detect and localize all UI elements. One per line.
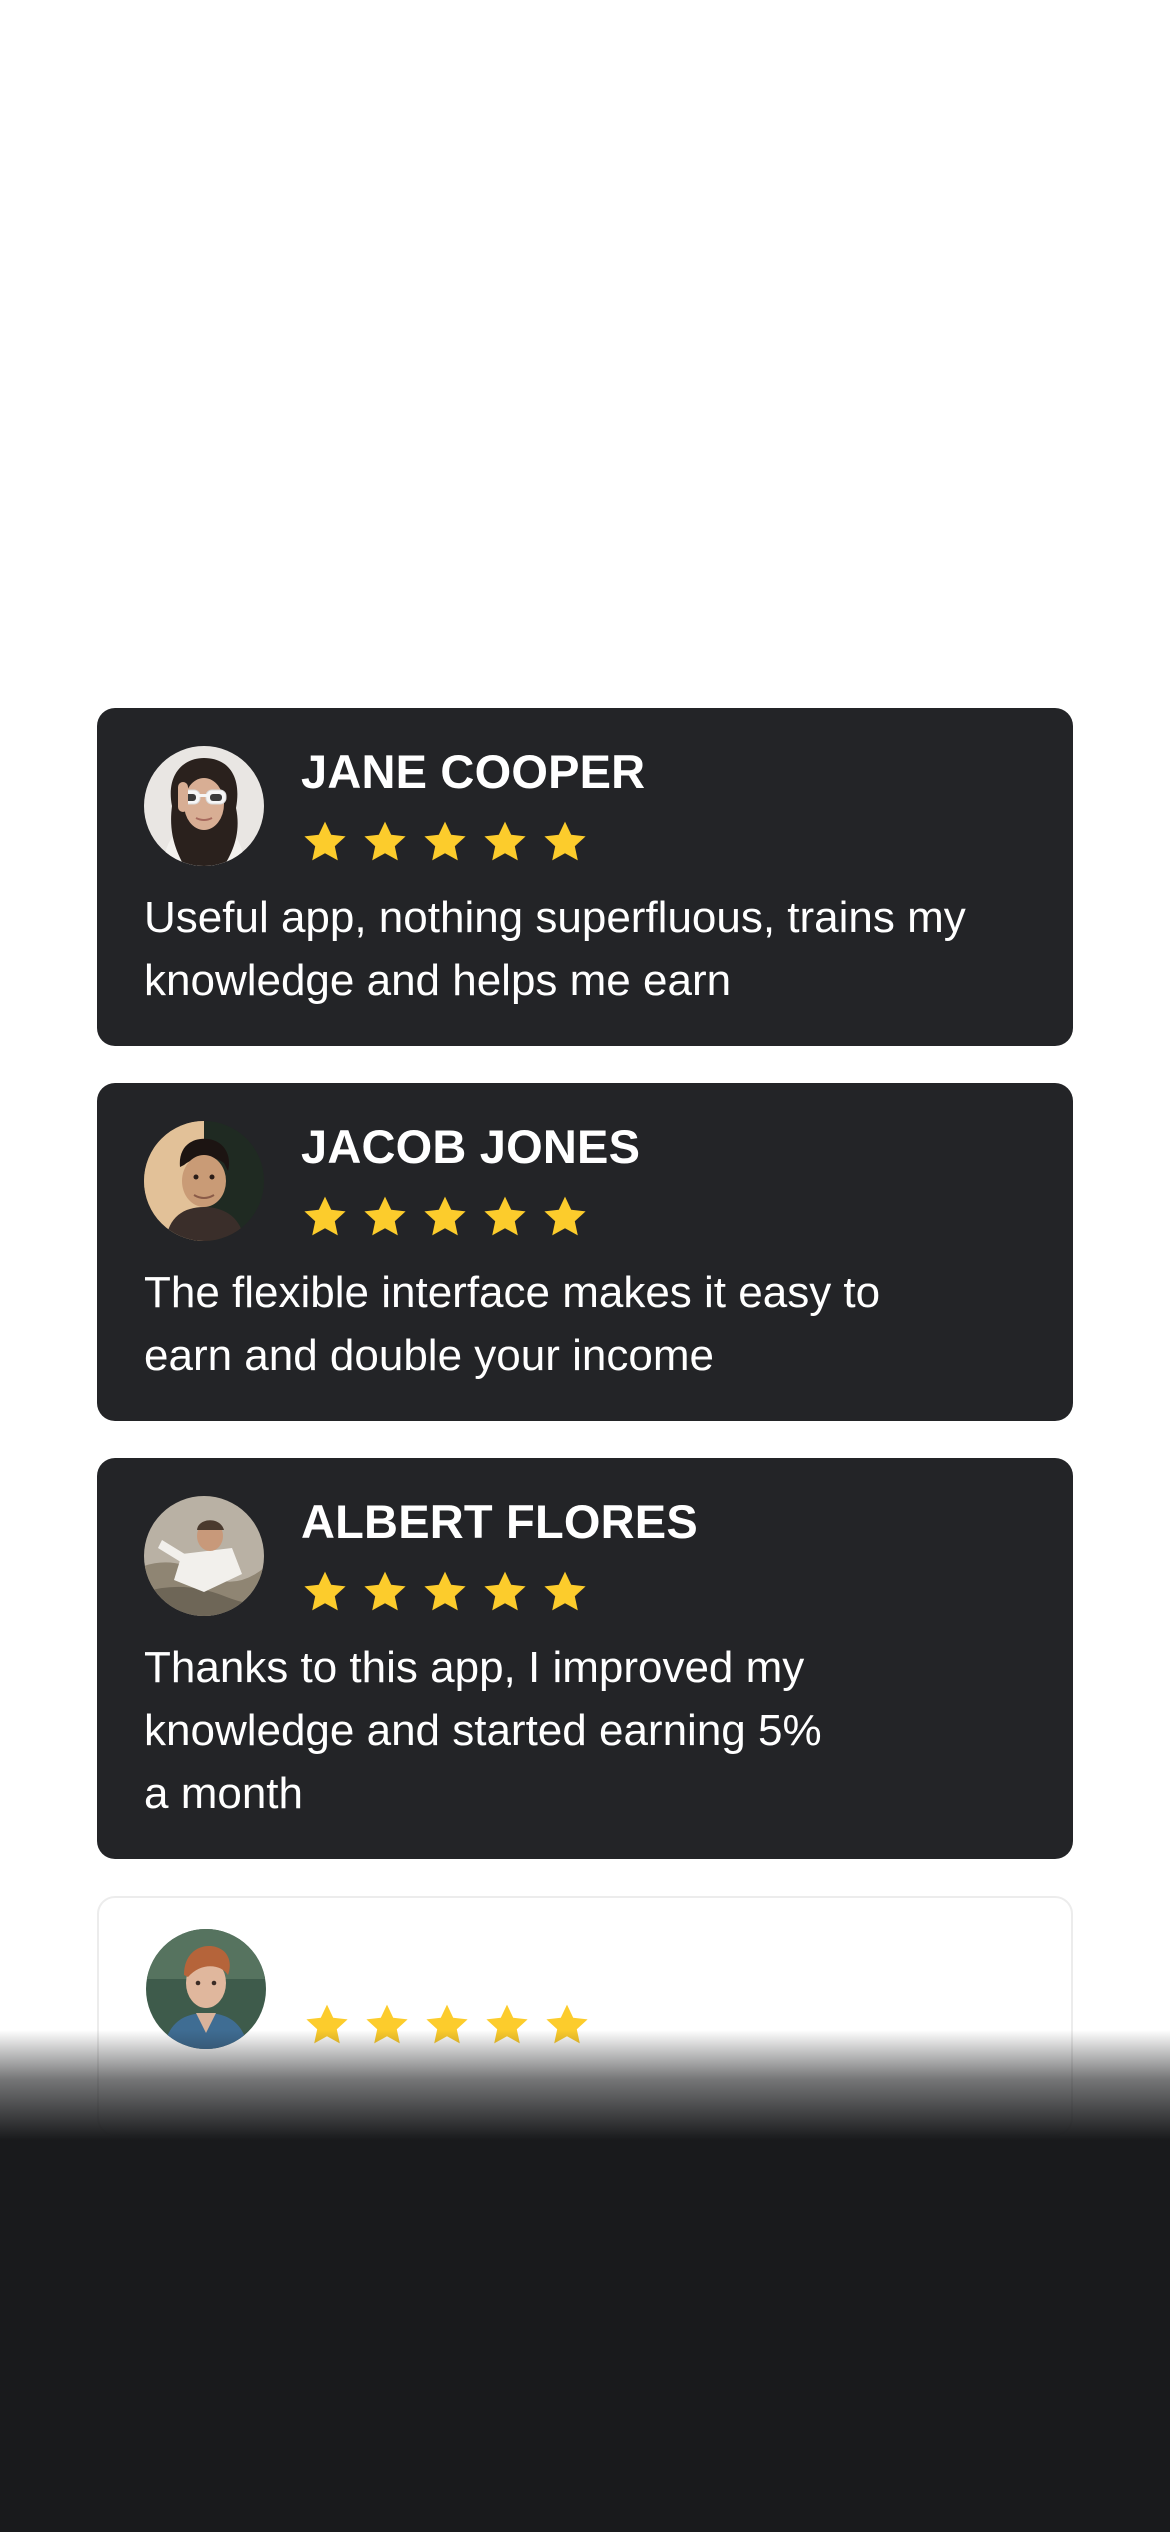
star-icon: [421, 1568, 469, 1616]
review-text: Thanks to this app, I improved my knowle…: [144, 1636, 1044, 1825]
review-text-line: a month: [144, 1769, 303, 1818]
review-card: ALBERT FLORES Thanks to this app, I impr…: [97, 1458, 1073, 1859]
review-card: JANE COOPER Useful app, nothing superflu…: [97, 708, 1073, 1046]
star-icon: [361, 1193, 409, 1241]
review-text-line: knowledge and started earning 5%: [144, 1706, 822, 1755]
avatar: [144, 1121, 264, 1241]
review-text: The flexible interface makes it easy to …: [144, 1261, 1044, 1387]
reviews-list: JANE COOPER Useful app, nothing superflu…: [97, 708, 1073, 2173]
review-text-line: earn and double your income: [144, 1331, 714, 1380]
star-icon: [541, 1568, 589, 1616]
star-rating: [301, 1193, 589, 1241]
star-icon: [361, 1568, 409, 1616]
review-text-line: knowledge and helps me earn: [144, 956, 732, 1005]
star-rating: [301, 818, 589, 866]
review-text-line: Useful app, nothing superfluous, trains …: [144, 893, 966, 942]
reviewer-name: JANE COOPER: [301, 745, 646, 798]
avatar: [144, 1496, 264, 1616]
star-icon: [481, 1193, 529, 1241]
star-icon: [301, 1568, 349, 1616]
review-text-line: The flexible interface makes it easy to: [144, 1268, 881, 1317]
review-card: JACOB JONES The flexible interface makes…: [97, 1083, 1073, 1421]
avatar: [144, 746, 264, 866]
bottom-panel: [0, 2140, 1170, 2532]
star-icon: [541, 1193, 589, 1241]
review-text-line: Thanks to this app, I improved my: [144, 1643, 805, 1692]
star-icon: [481, 1568, 529, 1616]
star-rating: [301, 1568, 589, 1616]
star-icon: [301, 818, 349, 866]
star-icon: [361, 818, 409, 866]
reviewer-name: JACOB JONES: [301, 1120, 641, 1173]
star-icon: [421, 818, 469, 866]
star-icon: [421, 1193, 469, 1241]
bottom-fade-overlay: [0, 2030, 1170, 2140]
star-icon: [541, 818, 589, 866]
star-icon: [301, 1193, 349, 1241]
review-text: Useful app, nothing superfluous, trains …: [144, 886, 1044, 1012]
star-icon: [481, 818, 529, 866]
reviewer-name: ALBERT FLORES: [301, 1495, 698, 1548]
